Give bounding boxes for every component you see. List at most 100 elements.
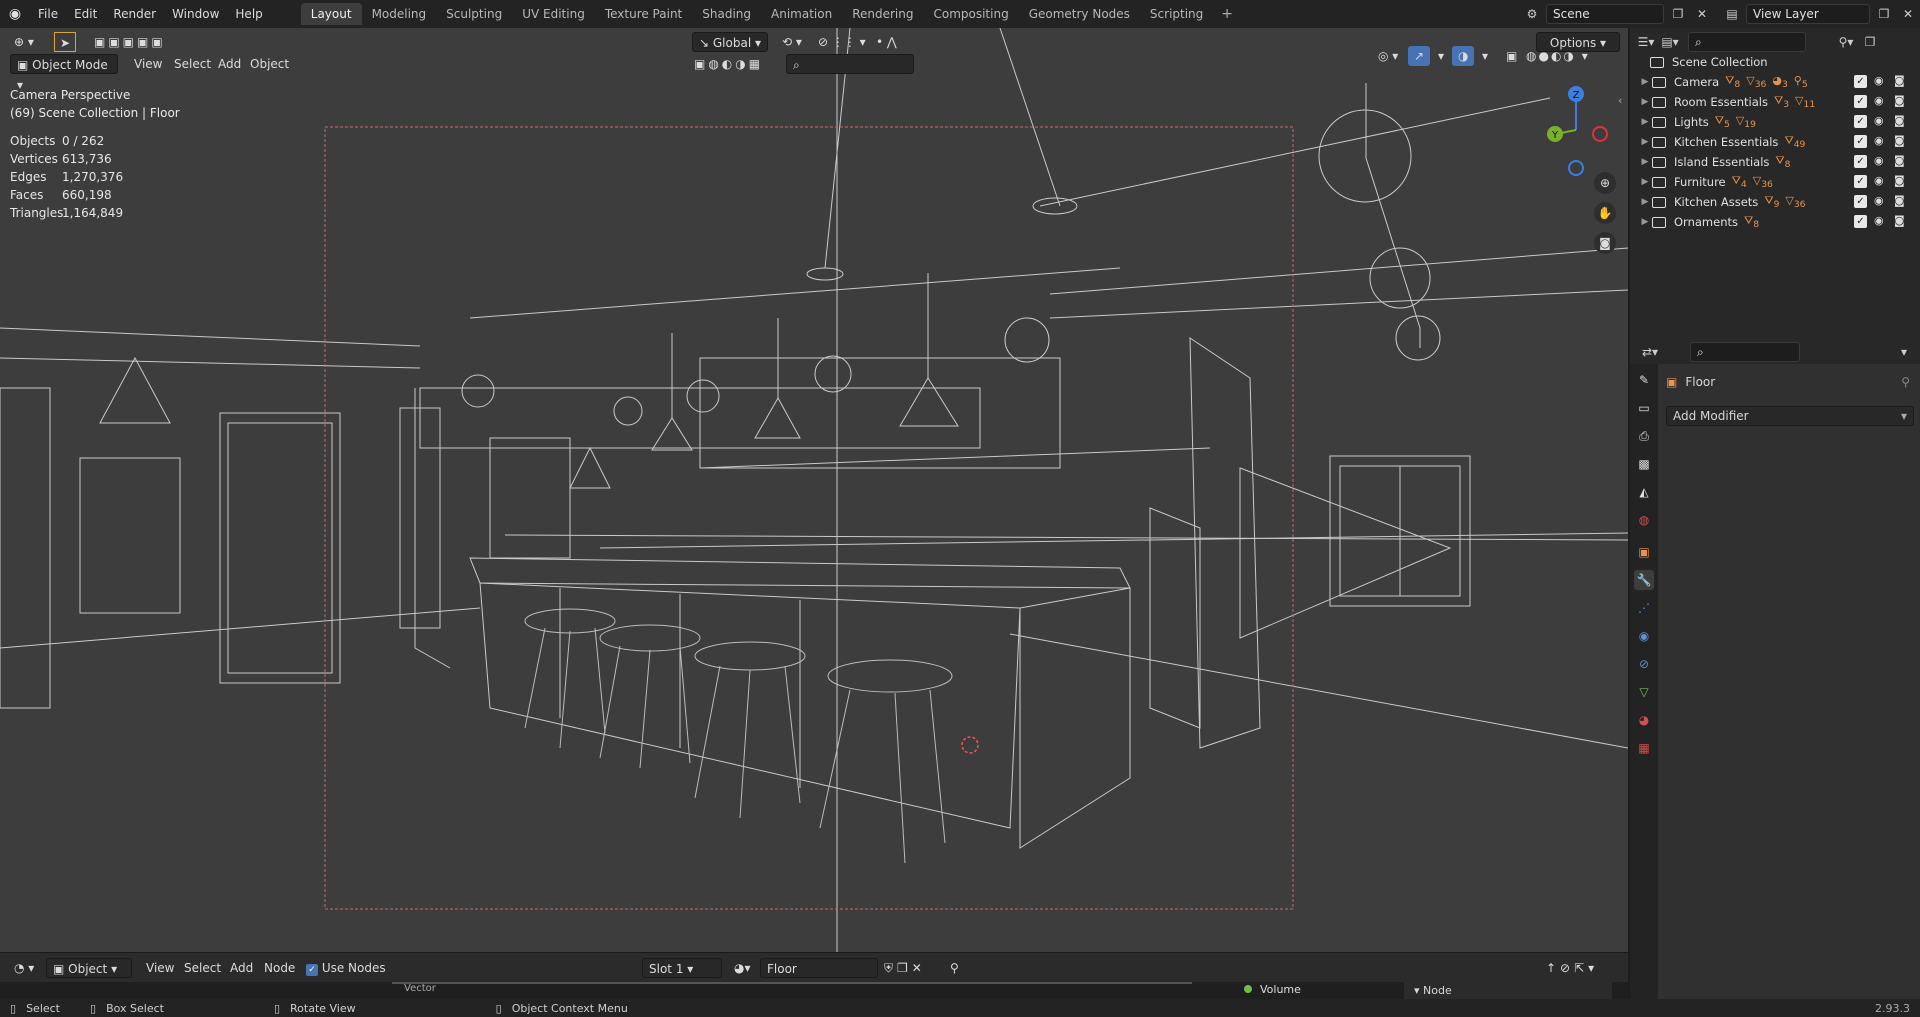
material-actions-icons[interactable]: ⛨❐✕ — [878, 958, 932, 978]
texture-tab-icon[interactable]: ▦ — [1634, 738, 1654, 758]
view-layer-field[interactable]: View Layer — [1746, 4, 1870, 24]
shading-mode-icons[interactable]: ◍●◐◑ ▾ — [1520, 46, 1596, 66]
child-count-icon[interactable]: ⛛49 — [1784, 134, 1805, 150]
3d-viewport[interactable]: ⊕ ▾ ➤ ▣▣▣▣▣ ↘ Global ▾ ⟲ ▾ ⊘ ⋮⋮ ▾ • ⋀ Op… — [0, 28, 1628, 952]
add-workspace-icon[interactable]: + — [1213, 6, 1241, 22]
disclosure-triangle-icon[interactable]: ▶ — [1638, 157, 1652, 167]
outliner-search-field[interactable]: ⌕ — [1688, 32, 1806, 52]
outliner-row[interactable]: ▶ Camera ⛛8 ▽36 ◕3 ⚲5 ✓ ◉ ◙ — [1630, 72, 1920, 92]
use-nodes-checkbox[interactable]: ✓ — [306, 964, 318, 976]
visibility-eye-icon[interactable]: ◉ — [1874, 74, 1884, 87]
outliner-row[interactable]: ▶ Island Essentials ⛛8 ✓ ◉ ◙ — [1630, 152, 1920, 172]
material-browse-icon[interactable]: ◕▾ — [728, 958, 757, 978]
outliner-row[interactable]: ▶ Kitchen Essentials ⛛49 ✓ ◉ ◙ — [1630, 132, 1920, 152]
render-camera-icon[interactable]: ◙ — [1894, 154, 1905, 167]
add-modifier-dropdown[interactable]: Add Modifier ▾ — [1666, 406, 1914, 426]
tab-layout[interactable]: Layout — [300, 3, 362, 25]
tab-uv-editing[interactable]: UV Editing — [512, 3, 595, 25]
child-count-icon[interactable]: ▽36 — [1746, 74, 1766, 90]
disclosure-triangle-icon[interactable]: ▶ — [1638, 137, 1652, 147]
mode-dropdown[interactable]: ▣ Object Mode ▾ — [10, 54, 118, 92]
shader-menu-select[interactable]: Select — [178, 958, 227, 978]
sidebar-toggle-icon[interactable]: ‹ — [1618, 94, 1622, 107]
render-camera-icon[interactable]: ◙ — [1894, 194, 1905, 207]
scene-collection-row[interactable]: Scene Collection — [1630, 52, 1920, 72]
view-layer-tab-icon[interactable]: ▩ — [1634, 454, 1654, 474]
render-camera-icon[interactable]: ◙ — [1894, 134, 1905, 147]
overlay-toggle-icon[interactable]: ◑ — [1452, 46, 1475, 66]
render-camera-icon[interactable]: ◙ — [1894, 114, 1905, 127]
child-count-icon[interactable]: ⛛4 — [1732, 174, 1747, 190]
outliner-row[interactable]: ▶ Lights ⛛5 ▽19 ✓ ◉ ◙ — [1630, 112, 1920, 132]
tab-texture-paint[interactable]: Texture Paint — [595, 3, 692, 25]
tool-tab-icon[interactable]: ✎ — [1634, 370, 1654, 390]
visibility-eye-icon[interactable]: ◉ — [1874, 214, 1884, 227]
menu-file[interactable]: File — [30, 0, 66, 28]
select-tool-icon[interactable]: ➤ — [54, 32, 76, 52]
particles-tab-icon[interactable]: ⋰ — [1634, 598, 1654, 618]
scene-tab-icon[interactable]: ◭ — [1634, 482, 1654, 502]
pin-icon[interactable]: ⚲ — [1901, 375, 1910, 389]
outliner-row[interactable]: ▶ Kitchen Assets ⛛9 ▽36 ✓ ◉ ◙ — [1630, 192, 1920, 212]
tab-sculpting[interactable]: Sculpting — [436, 3, 512, 25]
material-name-field[interactable]: Floor — [760, 958, 878, 978]
filter-icons[interactable]: ▣◍◐◑▦ — [688, 54, 769, 74]
properties-search-field[interactable]: ⌕ — [1690, 342, 1800, 362]
selection-mode-icons[interactable]: ▣▣▣▣▣ — [88, 32, 172, 52]
disclosure-triangle-icon[interactable]: ▶ — [1638, 197, 1652, 207]
object-tab-icon[interactable]: ▣ — [1634, 542, 1654, 562]
disclosure-triangle-icon[interactable]: ▶ — [1638, 117, 1652, 127]
exclude-checkbox[interactable]: ✓ — [1854, 75, 1867, 88]
view-layer-icon[interactable]: ▤ — [1722, 4, 1742, 24]
pivot-point-icon[interactable]: ⟲ ▾ — [776, 32, 808, 52]
shader-pin-icon[interactable]: ⚲ — [944, 958, 965, 978]
outliner-row[interactable]: ▶ Room Essentials ⛛3 ▽11 ✓ ◉ ◙ — [1630, 92, 1920, 112]
tab-compositing[interactable]: Compositing — [923, 3, 1018, 25]
child-count-icon[interactable]: ⛛8 — [1744, 214, 1759, 230]
visibility-eye-icon[interactable]: ◉ — [1874, 134, 1884, 147]
menu-view[interactable]: View — [128, 54, 168, 74]
child-count-icon[interactable]: ▽36 — [1785, 194, 1805, 210]
menu-object[interactable]: Object — [244, 54, 295, 74]
menu-select[interactable]: Select — [168, 54, 217, 74]
exclude-checkbox[interactable]: ✓ — [1854, 155, 1867, 168]
gizmo-toggle-icon[interactable]: ↗ — [1408, 46, 1431, 66]
exclude-checkbox[interactable]: ✓ — [1854, 175, 1867, 188]
child-count-icon[interactable]: ⚲5 — [1794, 74, 1808, 90]
child-count-icon[interactable]: ⛛8 — [1725, 74, 1740, 90]
proportional-edit-icon[interactable]: • ⋀ — [870, 32, 903, 52]
new-view-layer-icon[interactable]: ❐ — [1874, 4, 1894, 24]
menu-edit[interactable]: Edit — [66, 0, 105, 28]
menu-add[interactable]: Add — [212, 54, 247, 74]
visibility-eye-icon[interactable]: ◉ — [1874, 94, 1884, 107]
tab-geometry-nodes[interactable]: Geometry Nodes — [1019, 3, 1140, 25]
pan-hand-icon[interactable]: ✋ — [1594, 202, 1616, 224]
material-tab-icon[interactable]: ◕ — [1634, 710, 1654, 730]
visibility-eye-icon[interactable]: ◉ — [1874, 154, 1884, 167]
child-count-icon[interactable]: ⛛3 — [1774, 94, 1789, 110]
new-scene-icon[interactable]: ❐ — [1668, 4, 1688, 24]
node-sidebar-panel[interactable]: ▾ Node — [1404, 982, 1612, 1000]
constraints-tab-icon[interactable]: ⊘ — [1634, 654, 1654, 674]
child-count-icon[interactable]: ⛛8 — [1775, 154, 1790, 170]
render-camera-icon[interactable]: ◙ — [1894, 214, 1905, 227]
tab-animation[interactable]: Animation — [761, 3, 842, 25]
world-tab-icon[interactable]: ◍ — [1634, 510, 1654, 530]
disclosure-triangle-icon[interactable]: ▶ — [1638, 97, 1652, 107]
exclude-checkbox[interactable]: ✓ — [1854, 115, 1867, 128]
outliner-row[interactable]: ▶ Ornaments ⛛8 ✓ ◉ ◙ — [1630, 212, 1920, 232]
menu-window[interactable]: Window — [164, 0, 227, 28]
tab-rendering[interactable]: Rendering — [842, 3, 923, 25]
display-mode-icon[interactable]: ▤▾ — [1660, 32, 1680, 52]
blender-logo-icon[interactable]: ◉ — [0, 0, 30, 28]
visibility-eye-icon[interactable]: ◉ — [1874, 174, 1884, 187]
child-count-icon[interactable]: ▽36 — [1753, 174, 1773, 190]
exclude-checkbox[interactable]: ✓ — [1854, 215, 1867, 228]
delete-view-layer-icon[interactable]: ✕ — [1898, 4, 1918, 24]
properties-options-icon[interactable]: ▾ — [1894, 342, 1914, 362]
shader-editor-type-icon[interactable]: ◔ ▾ — [8, 958, 40, 978]
properties-editor-icon[interactable]: ⇄▾ — [1640, 342, 1660, 362]
scene-icon[interactable]: ⚙ — [1522, 4, 1542, 24]
exclude-checkbox[interactable]: ✓ — [1854, 135, 1867, 148]
disclosure-triangle-icon[interactable]: ▶ — [1638, 177, 1652, 187]
